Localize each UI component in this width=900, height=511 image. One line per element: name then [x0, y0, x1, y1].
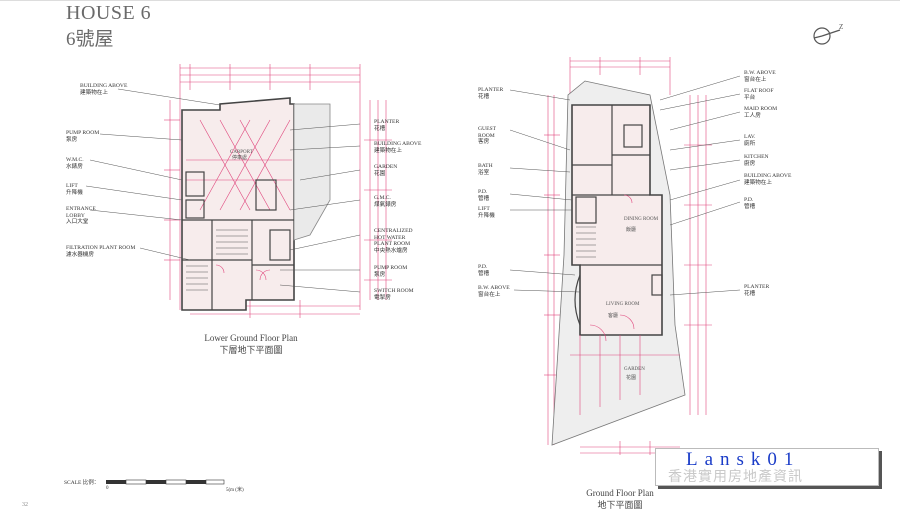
g-label-pd-2: P.D. 管槽	[478, 264, 490, 277]
scale-end: 5(m (米)	[226, 488, 244, 493]
living-room-label-chinese: 客廳	[608, 312, 618, 319]
lg-label-garden: GARDEN 花園	[374, 164, 398, 177]
lower-ground-plan-title: Lower Ground Floor Plan 下層地下平面圖	[204, 333, 298, 355]
scale-bar	[106, 479, 225, 485]
garden-label-chinese: 花園	[626, 374, 636, 381]
ground-plan-title: Ground Floor Plan 地下平面圖	[586, 488, 654, 510]
lg-label-hot-water-plant-room: CENTRALIZED HOT WATER PLANT ROOM 中央熱水爐房	[374, 228, 413, 254]
g-label-flat-roof: FLAT ROOF 平台	[744, 88, 774, 101]
lg-label-planter: PLANTER 花槽	[374, 119, 400, 132]
top-rule	[0, 0, 900, 1]
garden-label: GARDEN	[624, 367, 645, 372]
g-label-bw-above-left: B.W. ABOVE 窗台在上	[478, 285, 510, 298]
page-title-chinese: 6號屋	[66, 29, 114, 50]
g-label-pd-1: P.D. 管槽	[478, 189, 490, 202]
page-title: HOUSE 6	[66, 2, 152, 24]
lg-leader-lines	[85, 88, 361, 293]
page-number: 32	[22, 502, 28, 508]
g-label-guest-room: GUEST ROOM 客房	[478, 126, 497, 146]
lg-label-pump-room-right: PUMP ROOM 泵房	[374, 265, 408, 278]
g-label-kitchen: KITCHEN 廚房	[744, 154, 769, 167]
g-label-bw-above-right: B.W. ABOVE 窗台在上	[744, 70, 776, 83]
g-label-bath: BATH 浴室	[478, 163, 493, 176]
lg-label-switch-room: SWITCH ROOM 電掣房	[374, 288, 414, 301]
g-label-planter-right: PLANTER 花槽	[744, 284, 770, 297]
g-label-lav: LAV. 廁所	[744, 134, 756, 147]
lg-label-building-above-right: BUILDING ABOVE 建築物在上	[374, 141, 422, 154]
g-label-pd-right: P.D. 管槽	[744, 197, 756, 210]
lg-label-gmc: G.M.C. 煤氣錶房	[374, 195, 397, 208]
g-label-building-above: BUILDING ABOVE 建築物在上	[744, 173, 792, 186]
watermark-text: Lansk01	[686, 449, 801, 470]
scale-zero: 0	[106, 486, 109, 491]
svg-text:Z: Z	[839, 23, 843, 31]
g-label-lift: LIFT 升降機	[478, 206, 495, 219]
scale-label: SCALE 比例：	[64, 480, 100, 486]
g-label-maid-room: MAID ROOM 工人房	[744, 106, 778, 119]
g-label-planter-left: PLANTER 花槽	[478, 87, 504, 100]
north-arrow-icon: Z	[813, 23, 843, 45]
